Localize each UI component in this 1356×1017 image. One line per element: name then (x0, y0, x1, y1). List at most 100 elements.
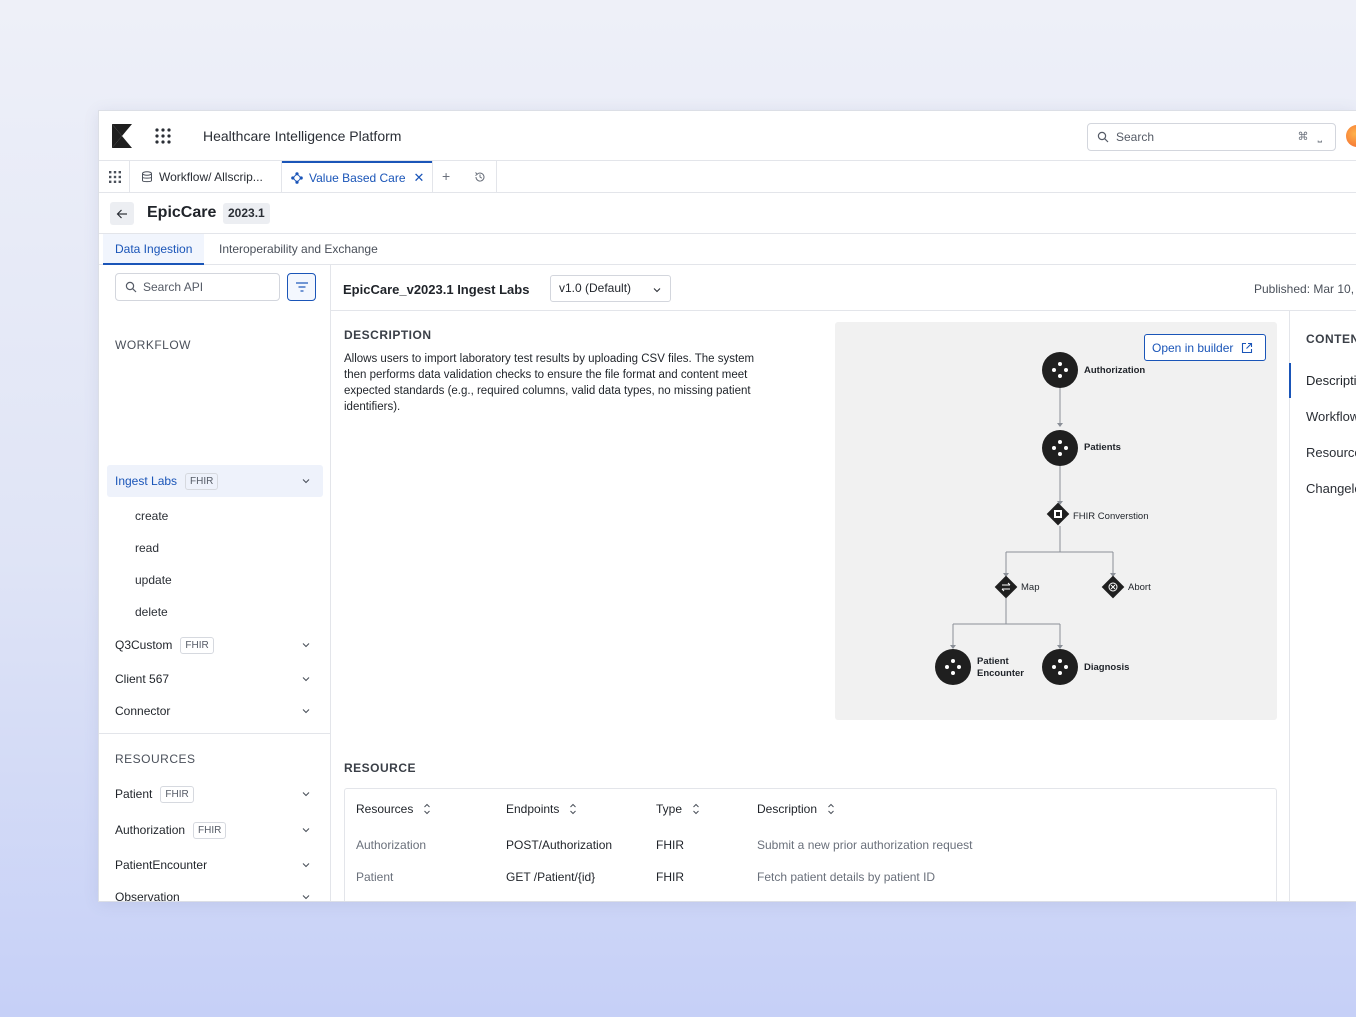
chevron-down-icon[interactable] (301, 860, 311, 870)
back-button[interactable] (110, 202, 134, 225)
apps-grid-icon[interactable] (154, 127, 172, 145)
table-cell: GET /Patient/{id} (506, 870, 596, 884)
database-icon (142, 171, 152, 183)
app-title: Healthcare Intelligence Platform (203, 128, 402, 144)
node-patient-encounter[interactable] (935, 649, 971, 685)
chevron-down-icon[interactable] (301, 674, 311, 684)
tab-divider (496, 161, 497, 193)
node-label-patients: Patients (1084, 442, 1121, 453)
sidebar-item-label: PatientEncounter (115, 858, 208, 872)
node-map[interactable] (994, 575, 1018, 599)
tab-value-based-care[interactable]: Value Based Care ✕ (282, 161, 433, 193)
description-heading: DESCRIPTION (344, 328, 432, 342)
sidebar-item-label: Connector (115, 704, 171, 718)
chevron-down-icon[interactable] (301, 640, 311, 650)
diagram-canvas (935, 352, 1125, 685)
operation-update[interactable]: update (135, 573, 172, 587)
sort-icon (570, 803, 577, 815)
table-cell: FHIR (656, 838, 684, 852)
tab-workflow-allscripts[interactable]: Workflow/ Allscrip... (141, 161, 263, 193)
fhir-badge: FHIR (180, 636, 214, 654)
user-avatar[interactable] (1346, 125, 1356, 147)
tab-bar: Workflow/ Allscrip... Value Based Care ✕… (99, 161, 1356, 193)
node-label-patient-encounter-2: Encounter (977, 668, 1024, 679)
search-icon (1097, 131, 1109, 143)
workflow-icon (291, 172, 303, 184)
sub-tabs: Data Ingestion Interoperability and Exch… (99, 233, 1356, 265)
column-header-label: Description (757, 802, 818, 816)
platform-logo[interactable] (111, 123, 133, 149)
sidebar-item-patient-encounter[interactable]: PatientEncounter (107, 849, 323, 881)
chevron-down-icon[interactable] (301, 892, 311, 902)
operation-delete[interactable]: delete (135, 605, 168, 619)
api-search-placeholder: Search API (143, 280, 204, 294)
contents-item-description[interactable]: Description (1306, 373, 1356, 388)
chevron-down-icon[interactable] (301, 706, 311, 716)
node-fhir-conversion[interactable] (1046, 502, 1070, 526)
table-cell: Fetch patient details by patient ID (757, 870, 936, 884)
sidebar-item-authorization[interactable]: Authorization FHIR (107, 814, 323, 846)
operation-read[interactable]: read (135, 541, 159, 555)
node-label-map: Map (1021, 582, 1040, 593)
version-select[interactable]: v1.0 (Default) (550, 275, 671, 302)
sidebar-item-patient[interactable]: Patient FHIR (107, 778, 323, 810)
column-header-resources[interactable]: Resources (356, 802, 431, 816)
chevron-down-icon[interactable] (301, 476, 311, 486)
chevron-down-icon[interactable] (301, 789, 311, 799)
tab-grid-icon[interactable] (109, 171, 121, 183)
api-title: EpicCare_v2023.1 Ingest Labs (343, 282, 530, 297)
sidebar-item-ingest-labs[interactable]: Ingest Labs FHIR (107, 465, 323, 497)
node-authorization[interactable] (1042, 352, 1078, 388)
chevron-down-icon[interactable] (301, 825, 311, 835)
close-tab-icon[interactable]: ✕ (414, 170, 425, 186)
table-cell: FHIR (656, 870, 684, 884)
fhir-badge: FHIR (160, 785, 194, 803)
node-diagnosis[interactable] (1042, 649, 1078, 685)
contents-item-workflow[interactable]: Workflow (1306, 409, 1356, 424)
node-label-abort: Abort (1128, 582, 1151, 593)
sidebar-item-client-567[interactable]: Client 567 (107, 663, 323, 695)
workflow-section-label: WORKFLOW (115, 338, 191, 352)
column-header-label: Endpoints (506, 802, 560, 816)
column-header-endpoints[interactable]: Endpoints (506, 802, 577, 816)
version-select-value: v1.0 (Default) (559, 281, 632, 295)
contents-item-resources[interactable]: Resources (1306, 445, 1356, 460)
tab-label: Workflow/ Allscrip... (159, 170, 263, 184)
global-search-input[interactable]: Search ⌘ ⎵ (1087, 123, 1336, 151)
contents-item-changelog[interactable]: Changelog (1306, 481, 1356, 496)
page-title: EpicCare (147, 204, 217, 221)
node-label-patient-encounter-1: Patient (977, 656, 1009, 667)
node-label-fhir-conversion: FHIR Converstion (1073, 511, 1149, 522)
node-patients[interactable] (1042, 430, 1078, 466)
table-cell: Patient (356, 870, 394, 884)
operation-create[interactable]: create (135, 509, 168, 523)
tab-interoperability[interactable]: Interoperability and Exchange (219, 234, 378, 265)
tab-data-ingestion[interactable]: Data Ingestion (103, 234, 205, 265)
description-text: Allows users to import laboratory test r… (344, 353, 755, 413)
workflow-diagram: Open in builder Authorization Patients F… (835, 322, 1277, 720)
node-abort[interactable] (1101, 575, 1125, 599)
column-header-type[interactable]: Type (656, 802, 700, 816)
resource-heading: RESOURCE (344, 761, 417, 775)
sidebar-item-observation[interactable]: Observation (107, 881, 323, 902)
filter-button[interactable] (287, 273, 316, 301)
arrow-left-icon (116, 209, 127, 218)
history-icon[interactable] (474, 171, 486, 183)
sort-icon (693, 803, 699, 815)
sidebar-item-connector[interactable]: Connector (107, 695, 323, 727)
column-header-label: Type (656, 802, 683, 816)
tab-divider (129, 161, 130, 193)
fhir-badge: FHIR (193, 821, 227, 839)
column-header-description[interactable]: Description (757, 802, 835, 816)
node-label-diagnosis: Diagnosis (1084, 662, 1130, 673)
version-badge: 2023.1 (223, 203, 270, 224)
resources-section-label: RESOURCES (115, 752, 196, 766)
published-date: Published: Mar 10, (1254, 282, 1355, 296)
add-tab-button[interactable]: + (442, 168, 450, 184)
fhir-badge: FHIR (185, 472, 219, 490)
chevron-down-icon (653, 288, 661, 293)
node-label-authorization: Authorization (1084, 365, 1146, 376)
resource-table: Resources Endpoints Type Description Aut… (344, 788, 1277, 901)
api-search-input[interactable]: Search API (115, 273, 280, 301)
sidebar-item-q3custom[interactable]: Q3Custom FHIR (107, 629, 323, 661)
